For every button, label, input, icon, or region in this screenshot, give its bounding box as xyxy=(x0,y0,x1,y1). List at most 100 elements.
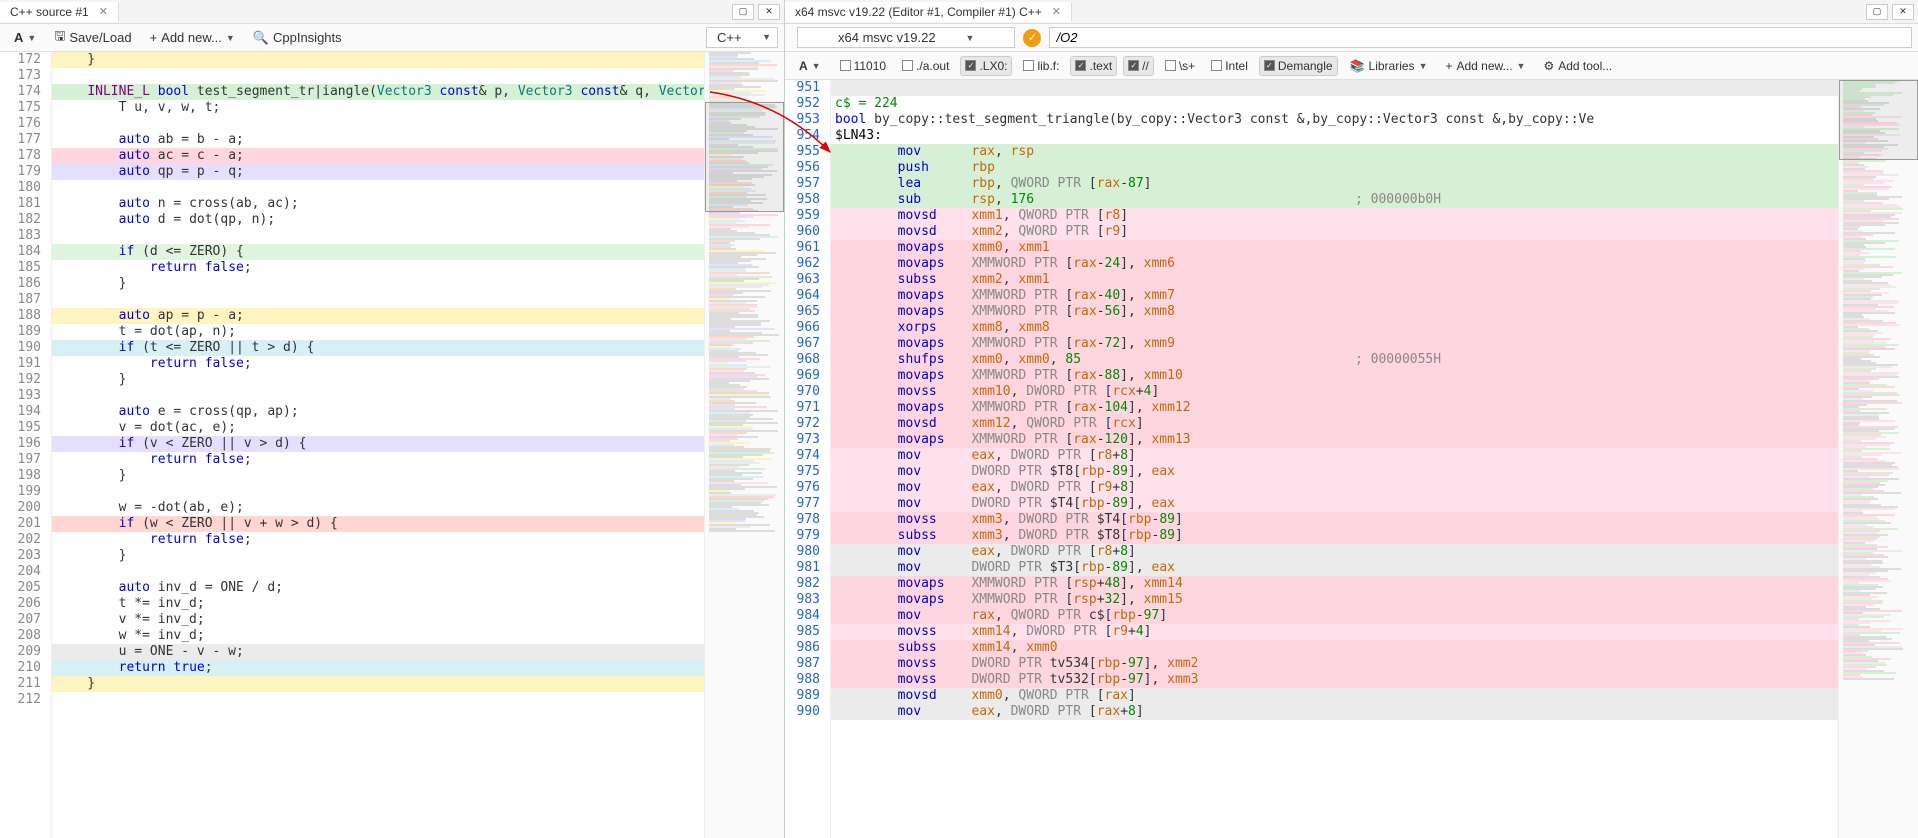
libf-toggle[interactable]: lib.f: xyxy=(1018,56,1064,76)
asm-line[interactable]: movsd xmm12, QWORD PTR [rcx] xyxy=(831,416,1838,432)
asm-line[interactable]: movsd xmm1, QWORD PTR [r8] xyxy=(831,208,1838,224)
close-window-icon[interactable]: ✕ xyxy=(1892,4,1914,20)
asm-line[interactable]: movss xmm3, DWORD PTR $T4[rbp-89] xyxy=(831,512,1838,528)
code-line[interactable]: if (w < ZERO || v + w > d) { xyxy=(52,516,704,532)
asm-line[interactable]: subss xmm2, xmm1 xyxy=(831,272,1838,288)
code-line[interactable]: u = ONE - v - w; xyxy=(52,644,704,660)
code-line[interactable]: if (v < ZERO || v > d) { xyxy=(52,436,704,452)
code-line[interactable]: } xyxy=(52,548,704,564)
code-line[interactable] xyxy=(52,228,704,244)
asm-line[interactable]: sub rsp, 176 ; 000000b0H xyxy=(831,192,1838,208)
libraries-button[interactable]: 📚Libraries▼ xyxy=(1344,57,1434,75)
code-line[interactable]: if (t <= ZERO || t > d) { xyxy=(52,340,704,356)
asm-line[interactable]: mov eax, DWORD PTR [r9+8] xyxy=(831,480,1838,496)
code-line[interactable]: t *= inv_d; xyxy=(52,596,704,612)
asm-line[interactable]: xorps xmm8, xmm8 xyxy=(831,320,1838,336)
code-line[interactable] xyxy=(52,564,704,580)
code-line[interactable] xyxy=(52,180,704,196)
asm-line[interactable]: movaps xmm0, xmm1 xyxy=(831,240,1838,256)
font-button[interactable]: A▼ xyxy=(791,56,829,76)
code-line[interactable]: auto inv_d = ONE / d; xyxy=(52,580,704,596)
code-line[interactable]: } xyxy=(52,276,704,292)
code-line[interactable]: v *= inv_d; xyxy=(52,612,704,628)
source-tab[interactable]: C++ source #1 ✕ xyxy=(0,2,119,22)
language-select[interactable]: C++ ▼ xyxy=(706,27,778,48)
code-line[interactable] xyxy=(52,116,704,132)
close-icon[interactable]: ✕ xyxy=(1052,5,1061,18)
maximize-icon[interactable]: ▢ xyxy=(732,4,754,20)
code-line[interactable]: T u, v, w, t; xyxy=(52,100,704,116)
code-line[interactable]: return false; xyxy=(52,532,704,548)
directives-toggle[interactable]: ✓.text xyxy=(1070,56,1117,76)
asm-line[interactable]: movaps XMMWORD PTR [rax-120], xmm13 xyxy=(831,432,1838,448)
asm-line[interactable]: movaps XMMWORD PTR [rax-104], xmm12 xyxy=(831,400,1838,416)
asm-line[interactable]: movss DWORD PTR tv534[rbp-97], xmm2 xyxy=(831,656,1838,672)
trim-toggle[interactable]: \s+ xyxy=(1160,56,1200,76)
code-line[interactable]: if (d <= ZERO) { xyxy=(52,244,704,260)
font-button[interactable]: A▼ xyxy=(6,27,44,48)
asm-line[interactable]: mov eax, DWORD PTR [r8+8] xyxy=(831,448,1838,464)
compiler-select[interactable]: x64 msvc v19.22 ▼ xyxy=(797,27,1015,48)
asm-line[interactable]: movss xmm10, DWORD PTR [rcx+4] xyxy=(831,384,1838,400)
maximize-icon[interactable]: ▢ xyxy=(1866,4,1888,20)
add-tool-button[interactable]: ⚙Add tool... xyxy=(1537,57,1618,75)
code-line[interactable]: auto d = dot(qp, n); xyxy=(52,212,704,228)
code-line[interactable]: v = dot(ac, e); xyxy=(52,420,704,436)
asm-line[interactable]: mov eax, DWORD PTR [r8+8] xyxy=(831,544,1838,560)
code-line[interactable]: return false; xyxy=(52,452,704,468)
asm-line[interactable]: c$ = 224 xyxy=(831,96,1838,112)
code-line[interactable] xyxy=(52,692,704,708)
compiler-tab[interactable]: x64 msvc v19.22 (Editor #1, Compiler #1)… xyxy=(785,2,1072,22)
binary-toggle[interactable]: 11010 xyxy=(835,56,891,76)
asm-line[interactable]: movaps XMMWORD PTR [rsp+48], xmm14 xyxy=(831,576,1838,592)
code-line[interactable]: } xyxy=(52,372,704,388)
asm-area[interactable]: c$ = 224bool by_copy::test_segment_trian… xyxy=(831,80,1838,838)
code-line[interactable]: return false; xyxy=(52,260,704,276)
asm-line[interactable]: movaps XMMWORD PTR [rax-72], xmm9 xyxy=(831,336,1838,352)
code-line[interactable]: auto ab = b - a; xyxy=(52,132,704,148)
asm-line[interactable]: mov DWORD PTR $T8[rbp-89], eax xyxy=(831,464,1838,480)
code-line[interactable]: return false; xyxy=(52,356,704,372)
code-line[interactable]: auto qp = p - q; xyxy=(52,164,704,180)
code-line[interactable]: auto n = cross(ab, ac); xyxy=(52,196,704,212)
asm-line[interactable]: movaps XMMWORD PTR [rax-24], xmm6 xyxy=(831,256,1838,272)
asm-line[interactable]: subss xmm3, DWORD PTR $T8[rbp-89] xyxy=(831,528,1838,544)
minimap[interactable] xyxy=(1838,80,1918,838)
code-line[interactable]: INLINE_L bool test_segment_tr|iangle(Vec… xyxy=(52,84,704,100)
close-icon[interactable]: ✕ xyxy=(99,5,108,18)
code-line[interactable]: } xyxy=(52,52,704,68)
code-line[interactable]: w = -dot(ab, e); xyxy=(52,500,704,516)
asm-line[interactable]: lea rbp, QWORD PTR [rax-87] xyxy=(831,176,1838,192)
code-line[interactable]: auto ap = p - a; xyxy=(52,308,704,324)
cppinsights-button[interactable]: 🔍CppInsights xyxy=(245,27,350,49)
asm-line[interactable]: movaps XMMWORD PTR [rax-56], xmm8 xyxy=(831,304,1838,320)
code-line[interactable]: } xyxy=(52,468,704,484)
code-line[interactable] xyxy=(52,484,704,500)
asm-line[interactable]: push rbp xyxy=(831,160,1838,176)
asm-line[interactable]: movss DWORD PTR tv532[rbp-97], xmm3 xyxy=(831,672,1838,688)
source-editor[interactable]: 1721731741751761771781791801811821831841… xyxy=(0,52,784,838)
asm-editor[interactable]: 9519529539549559569579589599609619629639… xyxy=(785,80,1918,838)
save-load-button[interactable]: 🖫Save/Load xyxy=(46,24,139,52)
add-new-button[interactable]: +Add new...▼ xyxy=(142,27,243,48)
asm-line[interactable]: mov rax, QWORD PTR c$[rbp-97] xyxy=(831,608,1838,624)
asm-line[interactable]: mov eax, DWORD PTR [rax+8] xyxy=(831,704,1838,720)
asm-line[interactable]: mov DWORD PTR $T4[rbp-89], eax xyxy=(831,496,1838,512)
code-line[interactable]: auto ac = c - a; xyxy=(52,148,704,164)
asm-line[interactable]: movss xmm14, DWORD PTR [r9+4] xyxy=(831,624,1838,640)
code-line[interactable]: auto e = cross(qp, ap); xyxy=(52,404,704,420)
asm-line[interactable]: movsd xmm2, QWORD PTR [r9] xyxy=(831,224,1838,240)
code-line[interactable]: w *= inv_d; xyxy=(52,628,704,644)
code-line[interactable] xyxy=(52,388,704,404)
execute-toggle[interactable]: ./a.out xyxy=(897,56,954,76)
labels-toggle[interactable]: ✓.LX0: xyxy=(960,56,1012,76)
asm-line[interactable] xyxy=(831,80,1838,96)
compiler-options-input[interactable] xyxy=(1049,27,1912,48)
asm-line[interactable]: bool by_copy::test_segment_triangle(by_c… xyxy=(831,112,1838,128)
intel-toggle[interactable]: Intel xyxy=(1206,56,1253,76)
asm-line[interactable]: movaps XMMWORD PTR [rsp+32], xmm15 xyxy=(831,592,1838,608)
asm-line[interactable]: mov DWORD PTR $T3[rbp-89], eax xyxy=(831,560,1838,576)
code-line[interactable] xyxy=(52,68,704,84)
comments-toggle[interactable]: ✓// xyxy=(1123,56,1154,76)
add-new-button[interactable]: +Add new...▼ xyxy=(1439,57,1531,75)
